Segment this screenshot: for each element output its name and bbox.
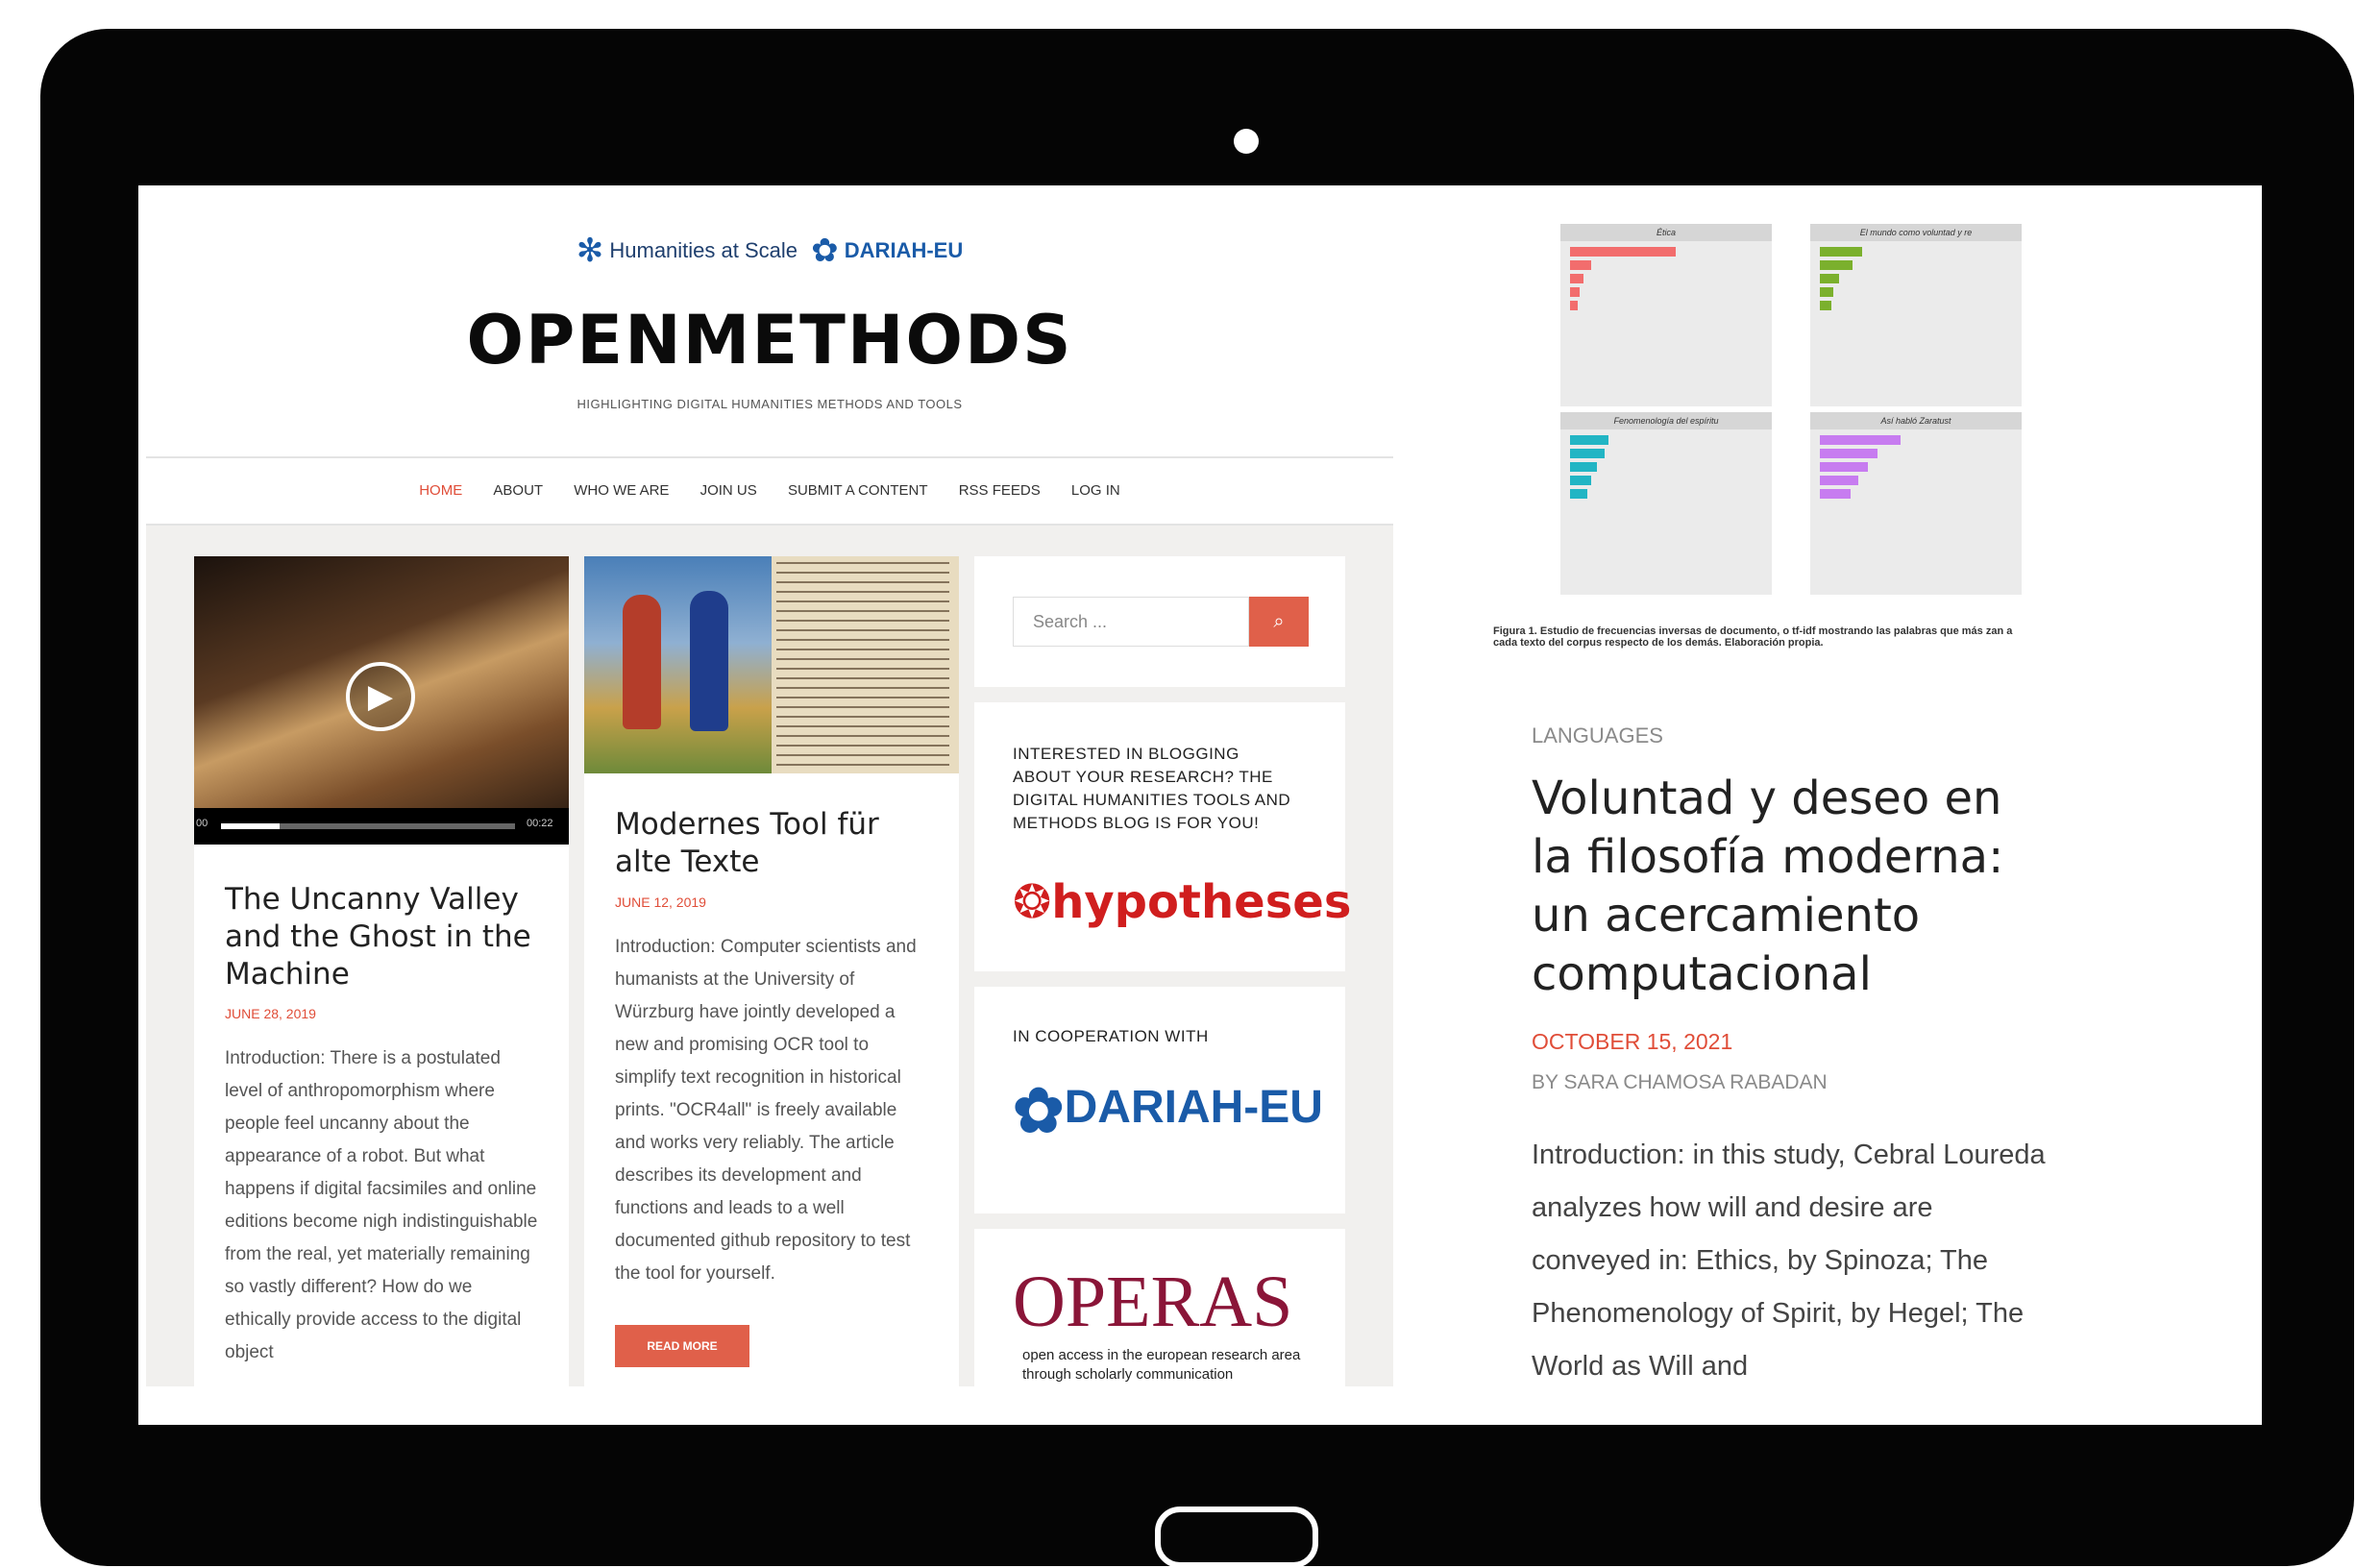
featured-author[interactable]: BY SARA CHAMOSA RABADAN [1532, 1071, 1828, 1094]
camera-dot [1234, 129, 1259, 154]
nav-who-we-are[interactable]: WHO WE ARE [574, 458, 669, 524]
nav-home[interactable]: HOME [419, 458, 462, 524]
figure-caption: Figura 1. Estudio de frecuencias inversa… [1493, 625, 2013, 649]
video-progress-bar[interactable] [221, 823, 515, 829]
post-card: Modernes Tool für alte Texte JUNE 12, 20… [584, 556, 959, 1386]
nav-rss-feeds[interactable]: RSS FEEDS [959, 458, 1041, 524]
tablet-screen: ✻ Humanities at Scale ✿ DARIAH-EU OPENME… [138, 185, 2262, 1425]
dariah-logo[interactable]: DARIAH-EU [845, 238, 963, 262]
dariah-flower-icon: ✿ [1013, 1076, 1065, 1145]
post-thumbnail[interactable] [584, 556, 959, 773]
nav-submit-content[interactable]: SUBMIT A CONTENT [788, 458, 928, 524]
content-area: ▶ 00 00:22 The Uncanny Valley and the Gh… [146, 526, 1393, 1386]
bar [1820, 489, 1851, 499]
figure-blue [690, 591, 728, 731]
nav-log-in[interactable]: LOG IN [1071, 458, 1120, 524]
chart-panel: Ética [1560, 224, 1772, 406]
panel-header: Ética [1560, 224, 1772, 241]
search-widget: Search ... ⌕ [974, 556, 1345, 687]
humanities-at-scale-logo[interactable]: Humanities at Scale [609, 238, 798, 262]
bar [1820, 247, 1862, 257]
bar [1820, 476, 1858, 485]
post-card: ▶ 00 00:22 The Uncanny Valley and the Gh… [194, 556, 569, 1386]
figure-red [623, 595, 661, 729]
dariah-eu-logo[interactable]: ✿DARIAH-EU [1013, 1075, 1323, 1147]
bar [1570, 435, 1608, 445]
bar [1570, 301, 1578, 310]
featured-figure[interactable]: Ética El mundo como voluntad y re Fenome… [1484, 224, 2022, 666]
bar [1820, 462, 1868, 472]
home-button[interactable] [1155, 1507, 1318, 1568]
bar [1570, 260, 1591, 270]
operas-widget: OPERAS open access in the european resea… [974, 1229, 1345, 1386]
video-duration: 00:22 [527, 818, 553, 829]
dariah-eu-logo-text: DARIAH-EU [1064, 1082, 1323, 1133]
hypotheses-logo[interactable]: ❂hypotheses [1013, 875, 1351, 929]
nav-about[interactable]: ABOUT [493, 458, 543, 524]
search-icon: ⌕ [1273, 611, 1285, 632]
play-icon[interactable]: ▶ [346, 662, 415, 731]
featured-date[interactable]: OCTOBER 15, 2021 [1532, 1029, 1732, 1055]
post-date[interactable]: JUNE 28, 2019 [225, 1006, 316, 1021]
hypotheses-icon: ❂ [1013, 875, 1052, 929]
featured-excerpt: Introduction: in this study, Cebral Lour… [1532, 1139, 2046, 1382]
manuscript-text [776, 562, 949, 768]
main-nav: HOME ABOUT WHO WE ARE JOIN US SUBMIT A C… [146, 456, 1393, 526]
post-excerpt: Introduction: There is a postulated leve… [225, 1048, 538, 1362]
nav-join-us[interactable]: JOIN US [700, 458, 757, 524]
featured-title[interactable]: Voluntad y deseo en la filosofía moderna… [1532, 770, 2031, 1004]
bar [1820, 301, 1831, 310]
post-category[interactable]: LANGUAGES [1532, 723, 1663, 748]
video-current-time: 00 [196, 818, 209, 829]
bar [1820, 260, 1853, 270]
chart-panel: Fenomenología del espíritu [1560, 412, 1772, 595]
video-player[interactable]: ▶ 00 00:22 [194, 556, 569, 845]
chart-panel: El mundo como voluntad y re [1810, 224, 2022, 406]
partner-logos: ✻ Humanities at Scale ✿ DARIAH-EU [146, 232, 1393, 270]
post-excerpt: Introduction: Computer scientists and hu… [615, 937, 917, 1284]
video-progress-fill [221, 823, 281, 829]
website: ✻ Humanities at Scale ✿ DARIAH-EU OPENME… [146, 185, 1393, 1386]
read-more-button[interactable]: READ MORE [615, 1325, 749, 1367]
hypotheses-text: INTERESTED IN BLOGGING ABOUT YOUR RESEAR… [1013, 745, 1291, 832]
operas-logo[interactable]: OPERAS [1013, 1263, 1292, 1340]
panel-header: El mundo como voluntad y re [1810, 224, 2022, 241]
site-title[interactable]: OPENMETHODS [146, 301, 1393, 380]
flower-icon: ✻ [576, 233, 604, 269]
bar [1570, 247, 1676, 257]
cooperation-widget: IN COOPERATION WITH ✿DARIAH-EU [974, 987, 1345, 1213]
hypotheses-logo-text: hypotheses [1051, 875, 1352, 929]
operas-subtitle: open access in the european research are… [1022, 1347, 1301, 1383]
bar [1820, 435, 1901, 445]
dariah-flower-icon: ✿ [811, 233, 839, 269]
manuscript-illustration [584, 556, 772, 773]
bar [1820, 449, 1877, 458]
bar [1820, 287, 1833, 297]
cooperation-label: IN COOPERATION WITH [1013, 1027, 1209, 1045]
bar [1570, 449, 1605, 458]
bar [1570, 476, 1591, 485]
site-header: ✻ Humanities at Scale ✿ DARIAH-EU OPENME… [146, 185, 1393, 456]
site-tagline: HIGHLIGHTING DIGITAL HUMANITIES METHODS … [577, 397, 963, 411]
bar [1820, 274, 1839, 283]
search-button[interactable]: ⌕ [1249, 597, 1309, 647]
hypotheses-widget: INTERESTED IN BLOGGING ABOUT YOUR RESEAR… [974, 702, 1351, 971]
chart-panel: Así habló Zaratust [1810, 412, 2022, 595]
video-controls: 00 00:22 [194, 808, 569, 845]
bar [1570, 462, 1597, 472]
panel-header: Fenomenología del espíritu [1560, 412, 1772, 429]
bar [1570, 489, 1587, 499]
post-title[interactable]: The Uncanny Valley and the Ghost in the … [225, 881, 542, 993]
bar [1570, 274, 1583, 283]
search-input[interactable]: Search ... [1013, 597, 1249, 647]
bar [1570, 287, 1580, 297]
post-title[interactable]: Modernes Tool für alte Texte [615, 806, 932, 881]
post-date[interactable]: JUNE 12, 2019 [615, 894, 706, 910]
featured-post: Ética El mundo como voluntad y re Fenome… [1484, 224, 2046, 1425]
panel-header: Así habló Zaratust [1810, 412, 2022, 429]
